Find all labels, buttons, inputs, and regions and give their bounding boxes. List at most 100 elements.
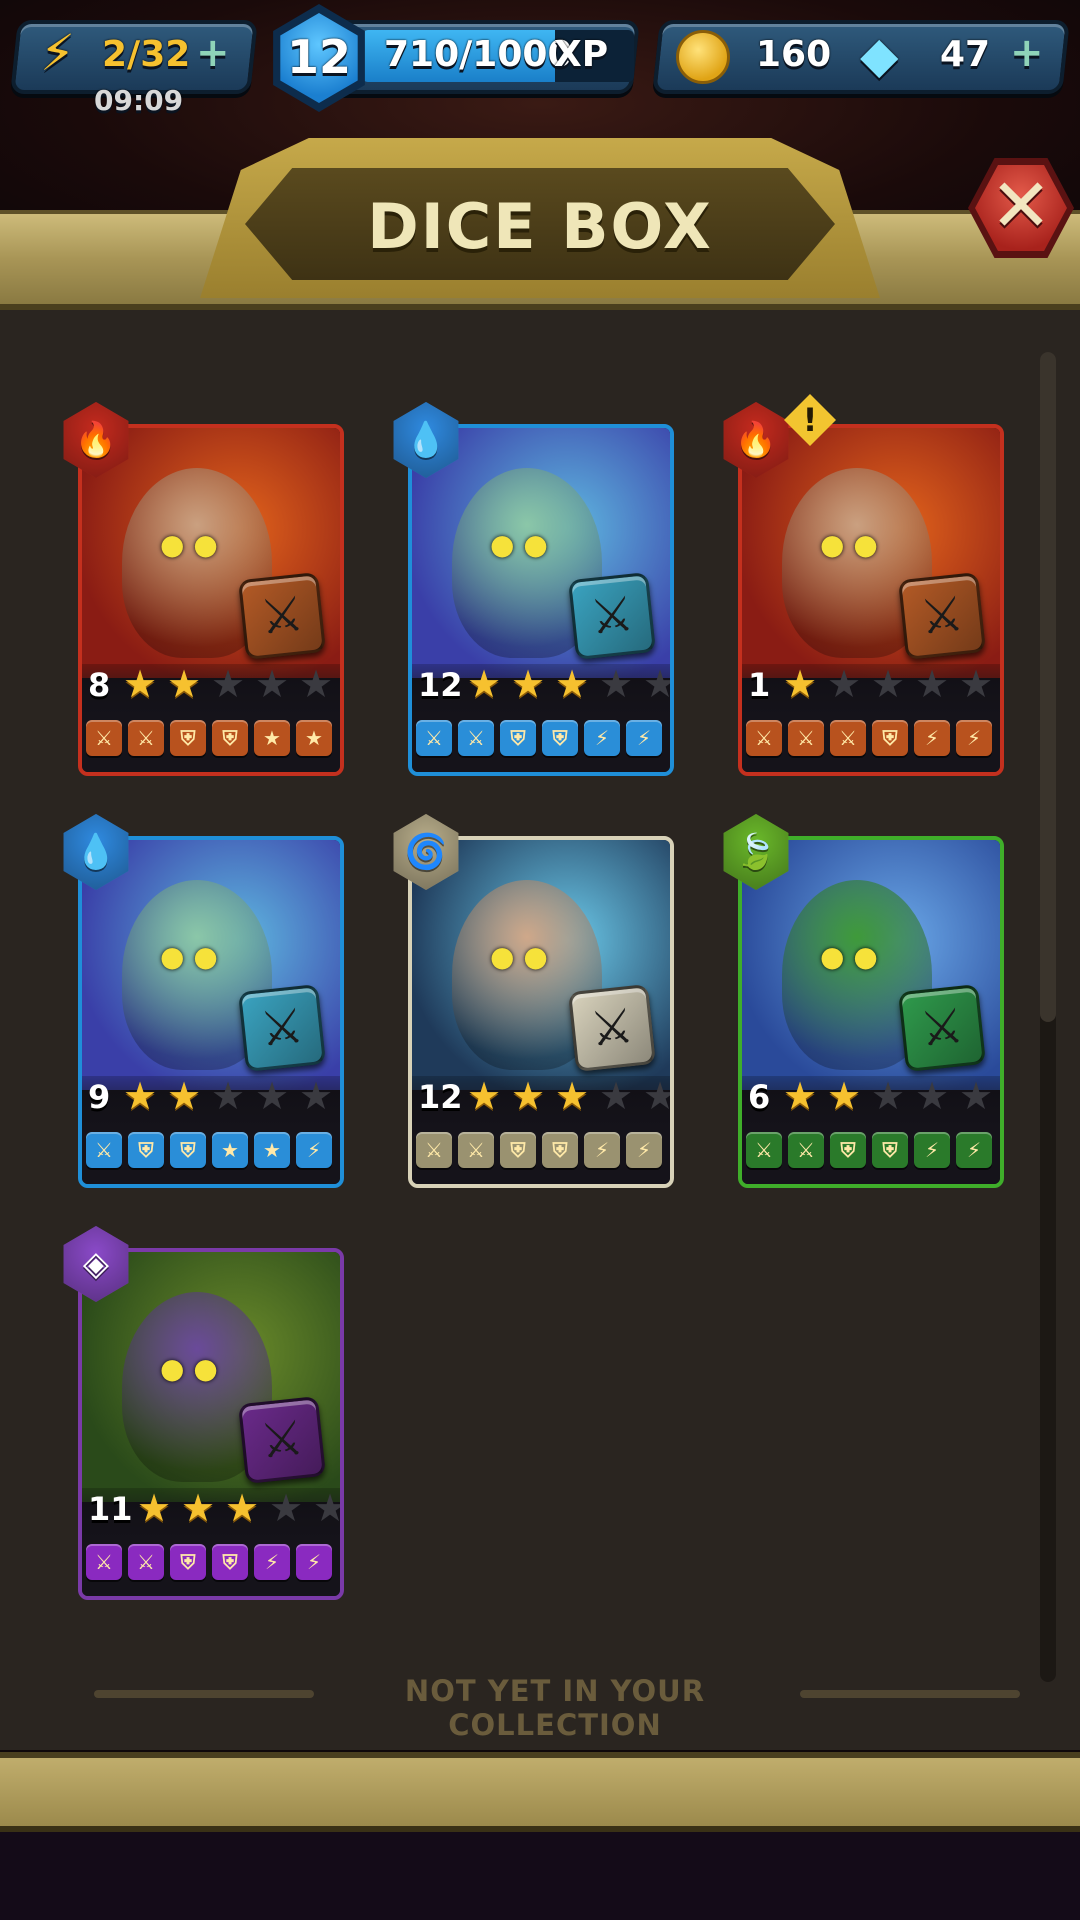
monster-eyes: ● ●	[160, 1352, 218, 1385]
star-empty-icon: ★	[268, 1486, 304, 1530]
divider-left	[94, 1690, 314, 1698]
star-filled-icon: ★	[466, 662, 502, 706]
star-filled-icon: ★	[122, 1074, 158, 1118]
dice-sword-icon: ⚔	[568, 984, 656, 1072]
star-filled-icon: ★	[554, 1074, 590, 1118]
star-filled-icon: ★	[166, 1074, 202, 1118]
page-title: DICE BOX	[367, 190, 713, 263]
star-empty-icon: ★	[298, 662, 334, 706]
card-level: 6	[748, 1078, 771, 1116]
star-empty-icon: ★	[598, 662, 634, 706]
shield-face-icon: ⛨	[128, 1132, 164, 1168]
lightning-face-icon: ⚡	[914, 720, 950, 756]
coin-count: 160	[756, 34, 832, 75]
shield-face-icon: ⛨	[170, 1544, 206, 1580]
dice-card[interactable]: ● ● ⚔ 12 ★ ★ ★ ★ ★ ⚔ ⚔ ⛨ ⛨ ⚡ ⚡	[408, 424, 674, 776]
close-icon[interactable]: ✕	[975, 160, 1067, 252]
scrollbar-thumb[interactable]	[1040, 352, 1056, 1022]
sword-face-icon: ⚔	[746, 720, 782, 756]
star-filled-icon: ★	[122, 662, 158, 706]
dice-sword-icon: ⚔	[898, 572, 986, 660]
star-face-icon: ★	[254, 720, 290, 756]
star-filled-icon: ★	[466, 1074, 502, 1118]
energy-count: 2/32	[102, 34, 191, 75]
lightning-face-icon: ⚡	[914, 1132, 950, 1168]
sword-face-icon: ⚔	[458, 720, 494, 756]
star-filled-icon: ★	[166, 662, 202, 706]
card-level: 8	[88, 666, 111, 704]
not-in-collection-label: NOT YET IN YOUR COLLECTION	[404, 1674, 706, 1742]
sword-face-icon: ⚔	[830, 720, 866, 756]
star-empty-icon: ★	[958, 1074, 994, 1118]
star-empty-icon: ★	[298, 1074, 334, 1118]
add-energy-button[interactable]: +	[196, 30, 230, 76]
star-filled-icon: ★	[782, 662, 818, 706]
sword-face-icon: ⚔	[416, 720, 452, 756]
bottom-plank	[0, 1752, 1080, 1832]
dice-card[interactable]: ● ● ⚔ 8 ★ ★ ★ ★ ★ ⚔ ⚔ ⛨ ⛨ ★ ★	[78, 424, 344, 776]
shield-face-icon: ⛨	[542, 1132, 578, 1168]
star-face-icon: ★	[212, 1132, 248, 1168]
star-filled-icon: ★	[180, 1486, 216, 1530]
card-level: 12	[418, 666, 463, 704]
star-filled-icon: ★	[510, 662, 546, 706]
monster-eyes: ● ●	[820, 940, 878, 973]
dice-sword-icon: ⚔	[238, 984, 326, 1072]
lightning-face-icon: ⚡	[584, 1132, 620, 1168]
star-empty-icon: ★	[870, 1074, 906, 1118]
lightning-face-icon: ⚡	[254, 1544, 290, 1580]
gem-icon: ◆	[860, 26, 899, 84]
energy-bolt-icon: ⚡	[40, 24, 76, 82]
star-filled-icon: ★	[136, 1486, 172, 1530]
dice-card[interactable]: ● ● ⚔ 11 ★ ★ ★ ★ ★ ⚔ ⚔ ⛨ ⛨ ⚡ ⚡	[78, 1248, 344, 1600]
dice-sword-icon: ⚔	[898, 984, 986, 1072]
star-filled-icon: ★	[510, 1074, 546, 1118]
shield-face-icon: ⛨	[872, 1132, 908, 1168]
dice-card[interactable]: ● ● ⚔ 1 ★ ★ ★ ★ ★ ⚔ ⚔ ⚔ ⛨ ⚡ ⚡	[738, 424, 1004, 776]
lightning-face-icon: ⚡	[296, 1132, 332, 1168]
shield-face-icon: ⛨	[170, 1132, 206, 1168]
star-empty-icon: ★	[210, 662, 246, 706]
dice-card[interactable]: ● ● ⚔ 12 ★ ★ ★ ★ ★ ⚔ ⚔ ⛨ ⛨ ⚡ ⚡	[408, 836, 674, 1188]
card-level: 9	[88, 1078, 111, 1116]
dice-card[interactable]: ● ● ⚔ 6 ★ ★ ★ ★ ★ ⚔ ⚔ ⛨ ⛨ ⚡ ⚡	[738, 836, 1004, 1188]
sword-face-icon: ⚔	[86, 1132, 122, 1168]
lightning-face-icon: ⚡	[296, 1544, 332, 1580]
star-filled-icon: ★	[782, 1074, 818, 1118]
monster-eyes: ● ●	[820, 528, 878, 561]
star-empty-icon: ★	[254, 1074, 290, 1118]
lightning-face-icon: ⚡	[584, 720, 620, 756]
star-empty-icon: ★	[642, 1074, 674, 1118]
lightning-face-icon: ⚡	[626, 720, 662, 756]
monster-eyes: ● ●	[160, 940, 218, 973]
star-filled-icon: ★	[224, 1486, 260, 1530]
sword-face-icon: ⚔	[128, 720, 164, 756]
shield-face-icon: ⛨	[212, 720, 248, 756]
shield-face-icon: ⛨	[170, 720, 206, 756]
sword-face-icon: ⚔	[128, 1544, 164, 1580]
star-empty-icon: ★	[210, 1074, 246, 1118]
add-currency-button[interactable]: +	[1010, 30, 1044, 76]
dice-card[interactable]: ● ● ⚔ 9 ★ ★ ★ ★ ★ ⚔ ⛨ ⛨ ★ ★ ⚡	[78, 836, 344, 1188]
star-empty-icon: ★	[870, 662, 906, 706]
card-level: 12	[418, 1078, 463, 1116]
monster-eyes: ● ●	[160, 528, 218, 561]
star-filled-icon: ★	[826, 1074, 862, 1118]
star-empty-icon: ★	[312, 1486, 344, 1530]
monster-eyes: ● ●	[490, 940, 548, 973]
dice-sword-icon: ⚔	[568, 572, 656, 660]
star-empty-icon: ★	[598, 1074, 634, 1118]
star-empty-icon: ★	[914, 1074, 950, 1118]
divider-right	[800, 1690, 1020, 1698]
lightning-face-icon: ⚡	[956, 720, 992, 756]
dice-sword-icon: ⚔	[238, 1396, 326, 1484]
shield-face-icon: ⛨	[500, 1132, 536, 1168]
bottom-bar	[0, 1832, 1080, 1920]
lightning-face-icon: ⚡	[626, 1132, 662, 1168]
star-empty-icon: ★	[914, 662, 950, 706]
shield-face-icon: ⛨	[500, 720, 536, 756]
sword-face-icon: ⚔	[86, 1544, 122, 1580]
sword-face-icon: ⚔	[788, 1132, 824, 1168]
gem-count: 47	[940, 34, 991, 75]
shield-face-icon: ⛨	[212, 1544, 248, 1580]
